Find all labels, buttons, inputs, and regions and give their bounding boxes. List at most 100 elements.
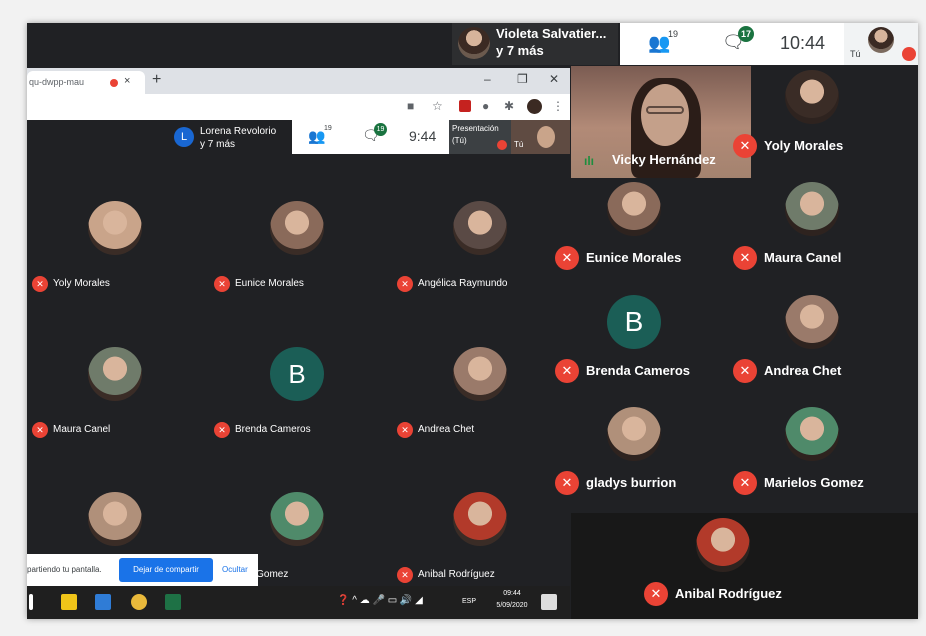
clock: 10:44 [780,33,826,53]
share-message: partiendo tu pantalla. [27,565,102,574]
participant-avatar[interactable] [88,492,142,546]
system-tray[interactable]: ❓ ^ ☁ 🎤 ▭ 🔊 ◢ [337,595,423,606]
windows-taskbar: ❓ ^ ☁ 🎤 ▭ 🔊 ◢ ESP 09:44 5/09/2020 [27,586,570,619]
language-indicator[interactable]: ESP [462,598,476,605]
shared-screen-browser: qu-dwpp-mau × + – ❐ ✕ ■ ☆ ● ✱ ⋮ L Lorena… [27,68,570,619]
share-notification: partiendo tu pantalla. Dejar de comparti… [27,554,258,586]
participant-avatar[interactable]: B [607,295,661,349]
camera-icon[interactable]: ■ [407,99,414,113]
presenter-name: Violeta Salvatier... [496,26,607,41]
close-window-button[interactable]: ✕ [549,72,559,86]
chat-badge: 19 [374,123,387,136]
participant-name: Andrea Chet [764,363,842,378]
chrome-icon[interactable] [131,594,147,610]
self-view[interactable]: Tú [844,23,918,65]
participant-avatar[interactable] [453,201,507,255]
notification-icon[interactable] [541,594,557,610]
mic-off-icon: ✕ [555,246,579,270]
participant-name: Brenda Cameros [235,424,311,435]
mail-icon[interactable] [95,594,111,610]
minimize-button[interactable]: – [484,72,491,86]
inner-meet-bar: L Lorena Revolorio y 7 más 👥 19 🗨 19 9:4… [27,120,570,154]
participant-avatar[interactable] [270,492,324,546]
stop-sharing-button[interactable]: Dejar de compartir [119,558,213,582]
participant-avatar[interactable] [785,407,839,461]
participant-avatar[interactable] [453,347,507,401]
participant-name: Maura Canel [764,250,842,265]
participant-avatar[interactable] [696,518,750,572]
presentation-label: Presentación [452,124,499,133]
participant-name: gladys burrion [586,475,677,490]
menu-icon[interactable]: ⋮ [552,99,564,113]
pdf-extension-icon[interactable] [459,100,471,112]
inner-presenter-avatar: L [174,127,194,147]
file-explorer-icon[interactable] [61,594,77,610]
new-tab-button[interactable]: + [152,71,161,89]
chat-badge: 17 [738,26,754,42]
participant-avatar[interactable]: B [270,347,324,401]
top-bar: Violeta Salvatier... y 7 más 👥 19 🗨 17 1… [27,23,918,65]
participant-avatar[interactable] [270,201,324,255]
address-bar[interactable]: ■ ☆ ● ✱ ⋮ [27,94,570,121]
speaker-name: Vicky Hernández [612,152,716,167]
puzzle-icon[interactable]: ✱ [504,99,514,113]
mic-off-icon: ✕ [214,422,230,438]
taskbar-date: 5/09/2020 [496,602,528,609]
tab-title: qu-dwpp-mau [29,77,85,87]
participant-avatar[interactable] [607,182,661,236]
participant-avatar[interactable] [785,295,839,349]
mic-off-icon: ✕ [644,582,668,606]
mic-off-icon: ✕ [397,567,413,583]
participant-avatar[interactable] [607,407,661,461]
close-tab-icon[interactable]: × [124,75,130,87]
presentation-thumb[interactable]: Presentación (Tú) [449,120,511,154]
mic-off-icon: ✕ [733,246,757,270]
participant-name: Andrea Chet [418,424,475,435]
inner-presenter-chip[interactable]: L Lorena Revolorio y 7 más [172,123,290,153]
participant-avatar[interactable] [785,182,839,236]
self-avatar [868,27,894,53]
meet-window: Violeta Salvatier... y 7 más 👥 19 🗨 17 1… [27,23,918,619]
inner-controls: 👥 19 🗨 19 9:44 [292,120,449,154]
mic-off-icon [497,140,507,150]
speaking-icon: ılı [584,154,595,168]
mic-off-icon: ✕ [397,422,413,438]
hide-button[interactable]: Ocultar [222,565,248,574]
star-icon[interactable]: ☆ [432,99,443,113]
excel-icon[interactable] [165,594,181,610]
you-label: Tú [514,140,524,149]
mic-off-icon: ✕ [32,276,48,292]
extension-icon[interactable]: ● [482,99,489,113]
participant-name: Anibal Rodríguez [675,586,782,601]
recording-icon [110,79,118,87]
participant-avatar[interactable] [88,201,142,255]
participant-name: Yoly Morales [764,138,844,153]
you-label: Tú [850,49,861,59]
participant-avatar[interactable] [88,347,142,401]
participant-name: Yoly Morales [53,278,110,289]
speaker-face [641,84,689,146]
participant-avatar[interactable] [785,70,839,124]
browser-tab[interactable]: qu-dwpp-mau × [27,71,145,94]
mic-off-icon: ✕ [397,276,413,292]
participant-avatar[interactable] [453,492,507,546]
inner-presenter-more: y 7 más [200,139,236,150]
mic-off-icon: ✕ [214,276,230,292]
presenter-avatar [458,27,490,59]
mic-off-icon: ✕ [555,359,579,383]
speaker-glasses [646,106,684,114]
people-count: 19 [668,29,679,39]
participant-name: Eunice Morales [235,278,304,289]
mic-off-icon: ✕ [733,359,757,383]
maximize-button[interactable]: ❐ [517,72,528,86]
profile-avatar[interactable] [527,99,542,114]
presenter-chip[interactable]: Violeta Salvatier... y 7 más [452,23,618,65]
top-controls: 👥 19 🗨 17 10:44 Tú [620,23,918,65]
mic-off-icon: ✕ [32,422,48,438]
participant-name: Eunice Morales [586,250,682,265]
people-icon[interactable]: 👥 [308,128,325,145]
start-icon[interactable] [29,594,33,610]
presenter-more: y 7 más [496,43,544,58]
active-speaker-tile[interactable]: ılı Vicky Hernández [571,66,751,178]
inner-self-view[interactable]: Tú [511,120,570,154]
